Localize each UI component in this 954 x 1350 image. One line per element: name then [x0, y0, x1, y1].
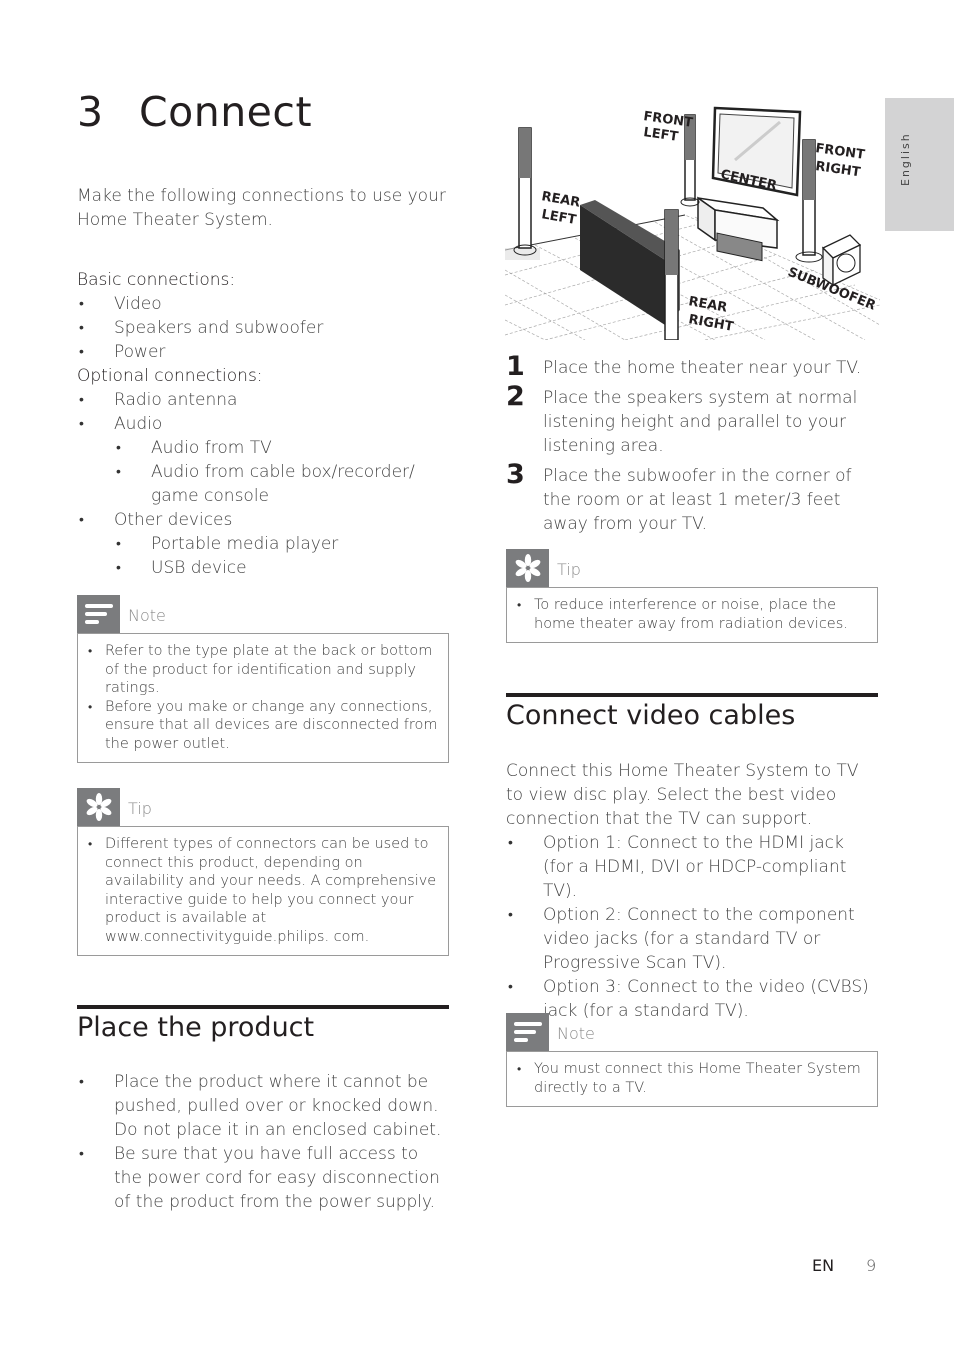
- tip-callout: Tip Different types of connectors can be…: [77, 788, 449, 956]
- step-text: Place the subwoofer in the corner of the…: [543, 466, 852, 534]
- step-item: 3 Place the subwoofer in the corner of th…: [506, 460, 878, 536]
- step-number: 2: [506, 381, 525, 412]
- tip-title: Tip: [128, 799, 152, 818]
- speaker-placement-illustration: FRONT LEFT FRONT RIGHT CENTER REAR LEFT …: [505, 106, 880, 340]
- list-item: Place the product where it cannot be pus…: [77, 1070, 449, 1142]
- video-cables-intro: Connect this Home Theater System to TV t…: [506, 761, 859, 829]
- list-item: Speakers and subwoofer: [77, 316, 447, 340]
- label-front-right-2: RIGHT: [814, 159, 861, 180]
- tip-asterisk-icon: [506, 549, 549, 587]
- basic-connections-label: Basic connections:: [77, 270, 236, 290]
- note-body: Refer to the type plate at the back or b…: [77, 633, 449, 763]
- section-divider: [506, 693, 878, 697]
- step-item: 1 Place the home theater near your TV.: [506, 352, 878, 382]
- step-text: Place the home theater near your TV.: [543, 358, 862, 378]
- step-text: Place the speakers system at normal list…: [543, 388, 858, 456]
- tip-title: Tip: [557, 560, 581, 579]
- placement-steps: 1 Place the home theater near your TV. 2P…: [506, 352, 878, 536]
- note-callout: Note You must connect this Home Theater …: [506, 1013, 878, 1107]
- basic-connections-items: Video Speakers and subwoofer Power: [77, 292, 447, 364]
- tip-body: To reduce interference or noise, place t…: [506, 587, 878, 643]
- note-header: Note: [506, 1013, 878, 1051]
- label-rear-left-2: LEFT: [540, 207, 577, 228]
- speaker-front-right: [795, 139, 823, 263]
- note-lines-icon: [506, 1013, 549, 1051]
- step-number: 3: [506, 459, 525, 490]
- list-item: USB device: [114, 556, 447, 580]
- list-item: Option 1: Connect to the HDMI jack (for …: [506, 831, 878, 903]
- tip-item: To reduce interference or noise, place t…: [517, 596, 867, 633]
- list-item-label: Audio: [114, 414, 163, 434]
- tip-header: Tip: [77, 788, 449, 826]
- note-title: Note: [128, 606, 166, 625]
- step-item: 2 Place the speakers system at normal lis…: [506, 382, 878, 458]
- chapter-name: Connect: [139, 88, 313, 136]
- note-item: You must connect this Home Theater Syste…: [517, 1060, 867, 1097]
- tip-item: Different types of connectors can be use…: [88, 835, 438, 946]
- list-item: Video: [77, 292, 447, 316]
- other-devices-sub-items: Portable media player USB device: [114, 532, 447, 580]
- note-callout: Note Refer to the type plate at the back…: [77, 595, 449, 763]
- audio-sub-items: Audio from TV Audio from cable box/recor…: [114, 436, 447, 508]
- note-item: Before you make or change any connection…: [88, 698, 438, 754]
- optional-connections-items: Radio antenna Audio: [77, 388, 447, 436]
- list-item: Audio from cable box/recorder/ game cons…: [114, 460, 447, 508]
- step-number: 1: [506, 351, 525, 382]
- connections-list: Basic connections: Video Speakers and su…: [77, 268, 447, 580]
- footer-language: EN: [812, 1256, 835, 1275]
- chapter-number: 3: [77, 88, 104, 136]
- language-label: English: [899, 132, 912, 186]
- speaker-rear-left: [513, 127, 537, 256]
- tip-callout: Tip To reduce interference or noise, pla…: [506, 549, 878, 643]
- list-item: Radio antenna: [77, 388, 447, 412]
- page-number: 9: [866, 1256, 877, 1275]
- video-options-list: Option 1: Connect to the HDMI jack (for …: [506, 831, 878, 1023]
- list-item: Audio: [77, 412, 447, 436]
- note-lines-icon: [77, 595, 120, 633]
- note-header: Note: [77, 595, 449, 633]
- note-title: Note: [557, 1024, 595, 1043]
- video-cables-heading: Connect video cables: [506, 700, 796, 731]
- list-item: Be sure that you have full access to the…: [77, 1142, 449, 1214]
- floor-shadow: [505, 248, 540, 260]
- list-item: Portable media player: [114, 532, 447, 556]
- tv-stand-illustration: [697, 196, 780, 262]
- place-product-list: Place the product where it cannot be pus…: [77, 1070, 449, 1214]
- list-item: Option 2: Connect to the component video…: [506, 903, 878, 975]
- note-body: You must connect this Home Theater Syste…: [506, 1051, 878, 1107]
- optional-connections-label: Optional connections:: [77, 366, 263, 386]
- section-divider: [77, 1005, 449, 1009]
- list-item: Power: [77, 340, 447, 364]
- intro-text: Make the following connections to use yo…: [77, 186, 446, 230]
- list-item: Other devices: [77, 508, 447, 532]
- speaker-rear-right: [664, 209, 679, 340]
- tip-header: Tip: [506, 549, 878, 587]
- note-item: Refer to the type plate at the back or b…: [88, 642, 438, 698]
- place-product-heading: Place the product: [77, 1012, 315, 1043]
- subwoofer-illustration: [821, 234, 862, 287]
- tip-asterisk-icon: [77, 788, 120, 826]
- tip-body: Different types of connectors can be use…: [77, 826, 449, 956]
- chapter-title: 3 Connect: [77, 88, 312, 136]
- optional-connections-items-cont: Other devices: [77, 508, 447, 532]
- language-side-tab: English: [885, 98, 954, 231]
- list-item: Audio from TV: [114, 436, 447, 460]
